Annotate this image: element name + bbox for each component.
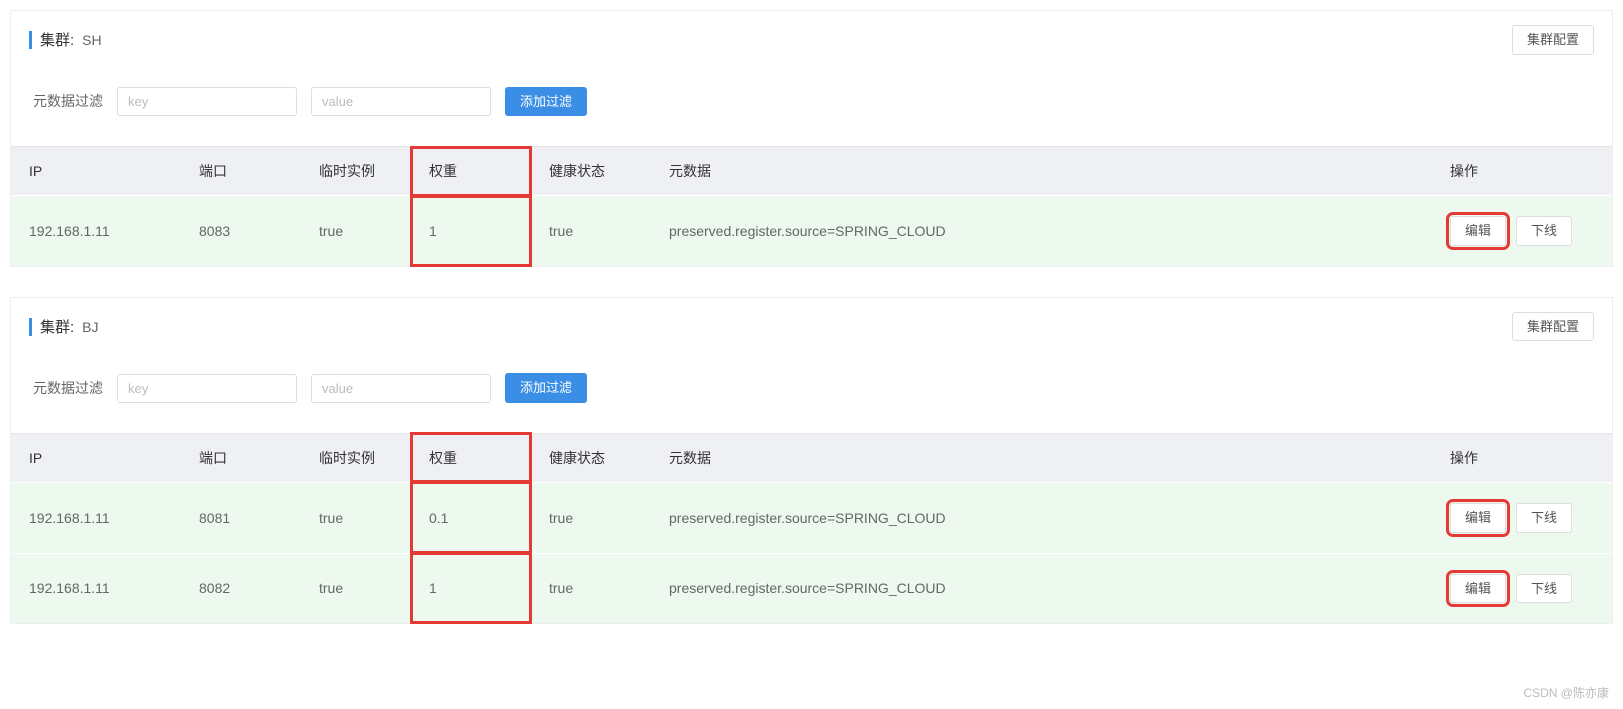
cluster-header: 集群: SH 集群配置 (11, 11, 1612, 69)
col-health: 健康状态 (531, 147, 651, 196)
cluster-prefix: 集群: (40, 29, 74, 50)
cell-ephemeral: true (301, 482, 411, 553)
title-bar-icon (29, 31, 32, 49)
title-bar-icon (29, 318, 32, 336)
cluster-panel-sh: 集群: SH 集群配置 元数据过滤 添加过滤 IP 端口 临时实例 权重 健康状… (10, 10, 1613, 267)
instances-table: IP 端口 临时实例 权重 健康状态 元数据 操作 192.168.1.11 8… (11, 146, 1612, 266)
col-ip: IP (11, 147, 181, 196)
cell-op: 编辑 下线 (1432, 553, 1612, 623)
table-row: 192.168.1.11 8082 true 1 true preserved.… (11, 553, 1612, 623)
col-ephemeral: 临时实例 (301, 433, 411, 482)
cell-health: true (531, 196, 651, 266)
cell-ip: 192.168.1.11 (11, 196, 181, 266)
offline-button[interactable]: 下线 (1516, 216, 1572, 246)
cell-health: true (531, 553, 651, 623)
col-ephemeral: 临时实例 (301, 147, 411, 196)
add-filter-button[interactable]: 添加过滤 (505, 87, 587, 117)
col-op: 操作 (1432, 147, 1612, 196)
cell-metadata: preserved.register.source=SPRING_CLOUD (651, 196, 1432, 266)
cell-port: 8083 (181, 196, 301, 266)
cell-op: 编辑 下线 (1432, 482, 1612, 553)
metadata-filter-row: 元数据过滤 添加过滤 (11, 355, 1612, 433)
offline-button[interactable]: 下线 (1516, 574, 1572, 604)
cluster-title: 集群: BJ (29, 316, 99, 337)
cluster-header: 集群: BJ 集群配置 (11, 298, 1612, 356)
filter-value-input[interactable] (311, 87, 491, 116)
cluster-name: BJ (82, 319, 98, 335)
cell-health: true (531, 482, 651, 553)
cluster-title: 集群: SH (29, 29, 102, 50)
cell-ephemeral: true (301, 196, 411, 266)
edit-button[interactable]: 编辑 (1450, 503, 1506, 533)
filter-key-input[interactable] (117, 87, 297, 116)
filter-value-input[interactable] (311, 374, 491, 403)
col-weight: 权重 (411, 433, 531, 482)
col-port: 端口 (181, 147, 301, 196)
cell-weight: 1 (411, 196, 531, 266)
filter-label: 元数据过滤 (33, 378, 103, 398)
col-weight: 权重 (411, 147, 531, 196)
cell-metadata: preserved.register.source=SPRING_CLOUD (651, 553, 1432, 623)
filter-key-input[interactable] (117, 374, 297, 403)
col-port: 端口 (181, 433, 301, 482)
cluster-prefix: 集群: (40, 316, 74, 337)
cell-metadata: preserved.register.source=SPRING_CLOUD (651, 482, 1432, 553)
col-metadata: 元数据 (651, 147, 1432, 196)
cluster-config-button[interactable]: 集群配置 (1512, 312, 1594, 342)
table-row: 192.168.1.11 8081 true 0.1 true preserve… (11, 482, 1612, 553)
cell-ip: 192.168.1.11 (11, 482, 181, 553)
col-ip: IP (11, 433, 181, 482)
cluster-panel-bj: 集群: BJ 集群配置 元数据过滤 添加过滤 IP 端口 临时实例 权重 健康状… (10, 297, 1613, 624)
col-op: 操作 (1432, 433, 1612, 482)
cluster-config-button[interactable]: 集群配置 (1512, 25, 1594, 55)
cell-op: 编辑 下线 (1432, 196, 1612, 266)
col-health: 健康状态 (531, 433, 651, 482)
cell-ip: 192.168.1.11 (11, 553, 181, 623)
metadata-filter-row: 元数据过滤 添加过滤 (11, 69, 1612, 147)
cluster-name: SH (82, 32, 101, 48)
cell-port: 8082 (181, 553, 301, 623)
edit-button[interactable]: 编辑 (1450, 574, 1506, 604)
filter-label: 元数据过滤 (33, 91, 103, 111)
watermark: CSDN @陈亦康 (1523, 684, 1609, 701)
edit-button[interactable]: 编辑 (1450, 216, 1506, 246)
col-metadata: 元数据 (651, 433, 1432, 482)
add-filter-button[interactable]: 添加过滤 (505, 373, 587, 403)
instances-table: IP 端口 临时实例 权重 健康状态 元数据 操作 192.168.1.11 8… (11, 433, 1612, 623)
cell-weight: 0.1 (411, 482, 531, 553)
table-row: 192.168.1.11 8083 true 1 true preserved.… (11, 196, 1612, 266)
offline-button[interactable]: 下线 (1516, 503, 1572, 533)
cell-weight: 1 (411, 553, 531, 623)
cell-port: 8081 (181, 482, 301, 553)
cell-ephemeral: true (301, 553, 411, 623)
